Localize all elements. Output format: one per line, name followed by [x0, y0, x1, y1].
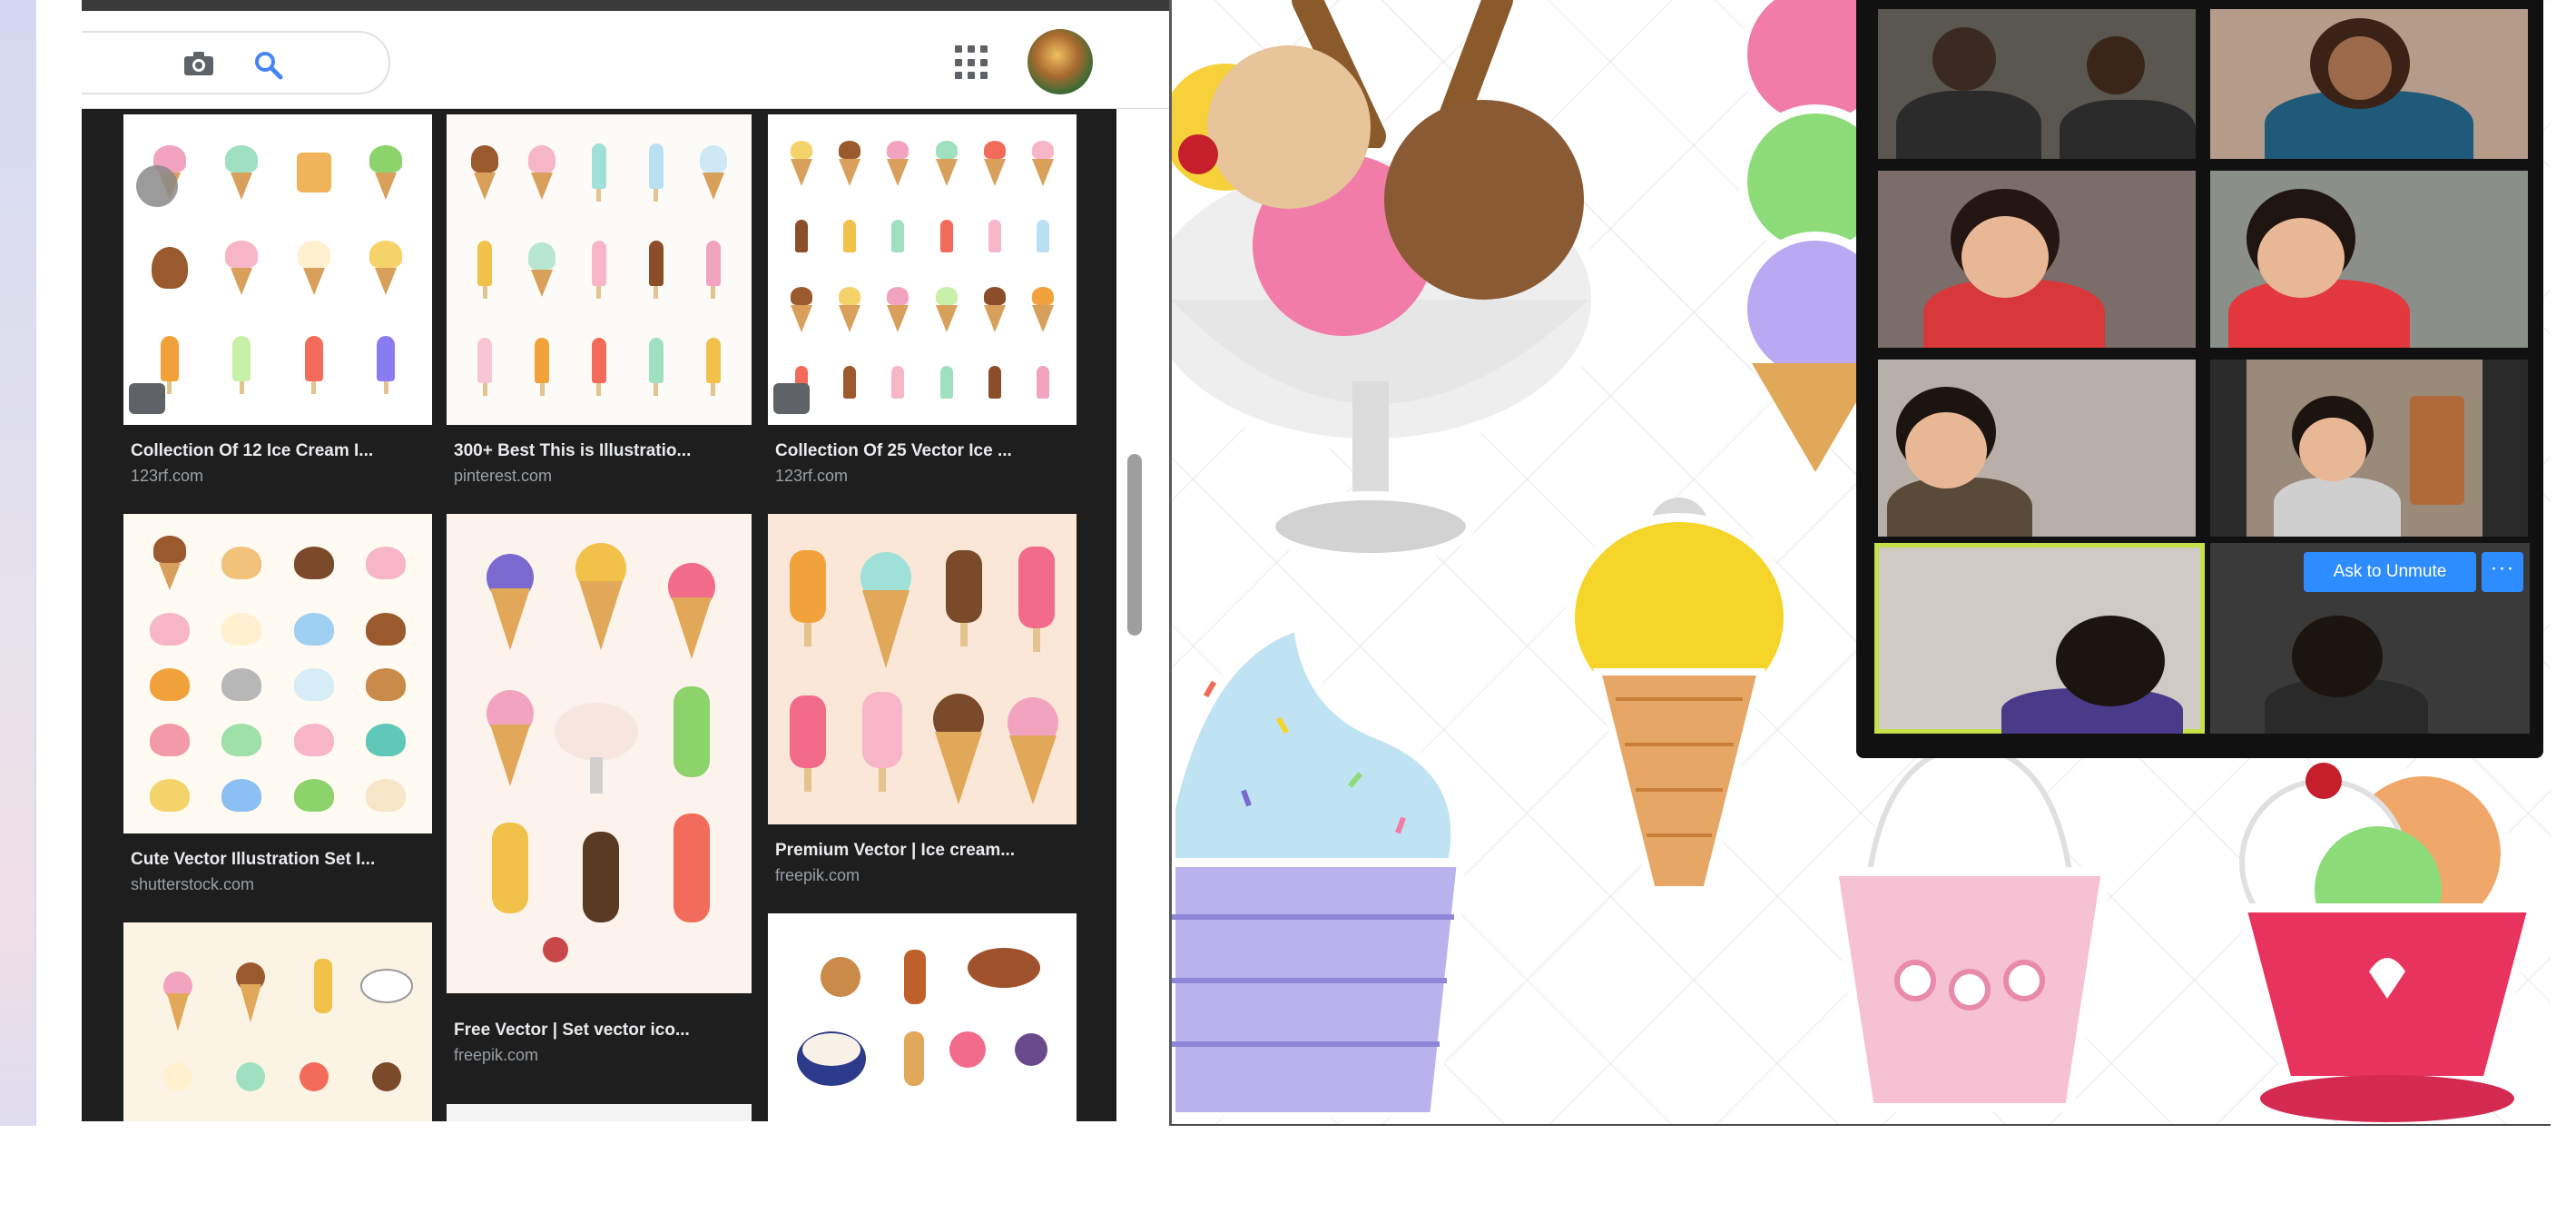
image-result-card[interactable]: Collection Of 12 Ice Cream I... 123rf.co… — [123, 114, 432, 487]
result-thumbnail[interactable] — [447, 514, 752, 993]
video-tile[interactable] — [2210, 9, 2528, 159]
result-title[interactable]: Free Vector | Set vector ico... — [454, 1021, 744, 1040]
sprinkle-cup-illustration — [1171, 626, 1467, 1117]
result-title[interactable]: Premium Vector | Ice cream... — [775, 841, 1069, 861]
result-thumbnail[interactable] — [123, 514, 432, 833]
scrollbar-thumb[interactable] — [1127, 454, 1142, 636]
result-source[interactable]: freepik.com — [775, 866, 860, 885]
result-title[interactable]: Collection Of 25 Vector Ice ... — [775, 441, 1069, 461]
image-result-card[interactable] — [768, 913, 1077, 1121]
result-thumbnail[interactable] — [768, 913, 1077, 1121]
browser-window: Collection Of 12 Ice Cream I... 123rf.co… — [82, 0, 1171, 1121]
image-result-card[interactable]: Premium Vector | Ice cream... freepik.co… — [768, 514, 1077, 895]
search-icon[interactable] — [252, 49, 283, 80]
video-tile[interactable] — [1878, 9, 2196, 159]
video-tile[interactable] — [2210, 360, 2528, 537]
desktop-edge — [0, 0, 34, 1213]
result-thumbnail[interactable] — [447, 1104, 752, 1121]
ask-to-unmute-button[interactable]: Ask to Unmute — [2304, 552, 2476, 592]
result-source[interactable]: freepik.com — [454, 1046, 538, 1065]
video-tile[interactable] — [2210, 171, 2528, 348]
zoom-gallery-view — [1856, 0, 2543, 758]
pink-cup-illustration — [1828, 745, 2111, 1112]
result-thumbnail[interactable] — [768, 514, 1077, 824]
result-title[interactable]: 300+ Best This is Illustratio... — [454, 441, 744, 461]
image-result-card[interactable]: 300+ Best This is Illustratio... pintere… — [447, 114, 752, 487]
video-tile[interactable] — [1878, 360, 2196, 537]
tag-icon — [773, 383, 810, 414]
result-source[interactable]: 123rf.com — [775, 467, 848, 486]
image-result-card[interactable] — [447, 1104, 752, 1121]
result-title[interactable]: Cute Vector Illustration Set I... — [131, 850, 425, 870]
video-tile-active-speaker[interactable] — [1874, 543, 2205, 734]
image-result-card[interactable]: Free Vector | Set vector ico... freepik.… — [447, 514, 752, 1095]
result-thumbnail[interactable] — [447, 114, 752, 425]
result-thumbnail[interactable] — [123, 114, 432, 425]
yellow-cone-illustration — [1566, 498, 1793, 890]
camera-icon[interactable] — [183, 51, 214, 76]
slide-divider — [1169, 0, 1172, 1126]
close-icon[interactable] — [136, 165, 178, 207]
tag-icon — [129, 383, 165, 414]
search-box[interactable] — [82, 31, 390, 94]
result-source[interactable]: pinterest.com — [454, 467, 552, 486]
result-title[interactable]: Collection Of 12 Ice Cream I... — [131, 441, 425, 461]
result-source[interactable]: shutterstock.com — [131, 875, 254, 894]
desktop-bottom-area — [0, 1126, 2576, 1213]
browser-tab-strip — [82, 0, 1171, 11]
apps-grid-icon[interactable] — [953, 44, 991, 82]
video-tile[interactable] — [1878, 171, 2196, 348]
account-avatar[interactable] — [1027, 29, 1093, 94]
image-result-card[interactable] — [123, 922, 432, 1121]
image-result-card[interactable]: Cute Vector Illustration Set I... shutte… — [123, 514, 432, 895]
image-result-card[interactable]: Collection Of 25 Vector Ice ... 123rf.co… — [768, 114, 1077, 487]
more-options-icon[interactable]: ··· — [2482, 552, 2523, 592]
red-cup-sundae-illustration — [2236, 763, 2539, 1122]
result-source[interactable]: 123rf.com — [131, 467, 203, 486]
image-results-grid: Collection Of 12 Ice Cream I... 123rf.co… — [82, 109, 1171, 1121]
result-thumbnail[interactable] — [768, 114, 1077, 425]
result-thumbnail[interactable] — [123, 922, 432, 1121]
google-images-header — [82, 11, 1171, 109]
scrollbar-track[interactable] — [1116, 109, 1171, 1121]
